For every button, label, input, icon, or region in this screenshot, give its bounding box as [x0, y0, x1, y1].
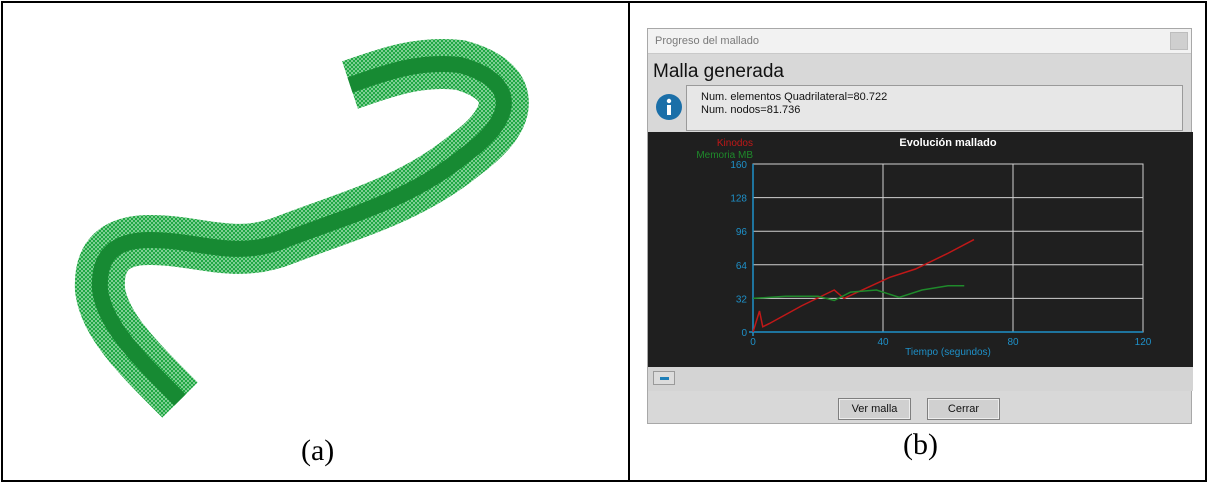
info-icon: [656, 94, 682, 120]
y-tick-label: 64: [736, 261, 748, 272]
y-tick-label: 0: [741, 328, 747, 339]
close-button[interactable]: Cerrar: [927, 398, 1000, 420]
river-mesh-image: [74, 39, 529, 418]
info-elements: Num. elementos Quadrilateral=80.722: [701, 91, 888, 103]
info-nodes: Num. nodos=81.736: [701, 104, 801, 116]
window-title: Progreso del mallado: [655, 35, 759, 47]
plot-area: [752, 163, 1144, 333]
status-bar: [648, 367, 1193, 391]
arrow-icon: [660, 377, 669, 380]
y-tick-label: 160: [730, 160, 747, 171]
x-tick-label: 80: [1007, 337, 1019, 348]
x-tick-label: 120: [1135, 337, 1152, 348]
y-tick-label: 96: [736, 227, 748, 238]
legend-entry: Kinodos: [717, 138, 753, 149]
y-tick-label: 128: [730, 194, 747, 205]
evolution-chart: 0 32 64 96 128 160 0 40 80 120 Evolución mallado Ti…: [696, 137, 1152, 358]
x-axis-label: Tiempo (segundos): [905, 347, 991, 358]
info-box: Num. elementos Quadrilateral=80.722 Num.…: [686, 85, 1183, 131]
caption-a: (a): [301, 434, 335, 467]
page-title: Malla generada: [653, 61, 784, 82]
chart-area: 0 32 64 96 128 160 0 40 80 120 Evolución mallado Ti…: [648, 132, 1193, 367]
chart-title: Evolución mallado: [899, 137, 996, 149]
legend-entry: Memoria MB: [696, 150, 753, 161]
y-tick-label: 32: [736, 294, 748, 305]
x-tick-label: 40: [877, 337, 889, 348]
x-tick-label: 0: [750, 337, 756, 348]
window-titlebar: Progreso del mallado: [648, 29, 1191, 54]
figure-divider: [628, 1, 630, 482]
mesh-progress-window: Progreso del mallado Malla generada Num.…: [647, 28, 1193, 424]
back-button[interactable]: [653, 371, 675, 385]
close-window-button[interactable]: [1170, 32, 1188, 50]
view-mesh-button[interactable]: Ver malla: [838, 398, 911, 420]
caption-b: (b): [903, 428, 938, 461]
